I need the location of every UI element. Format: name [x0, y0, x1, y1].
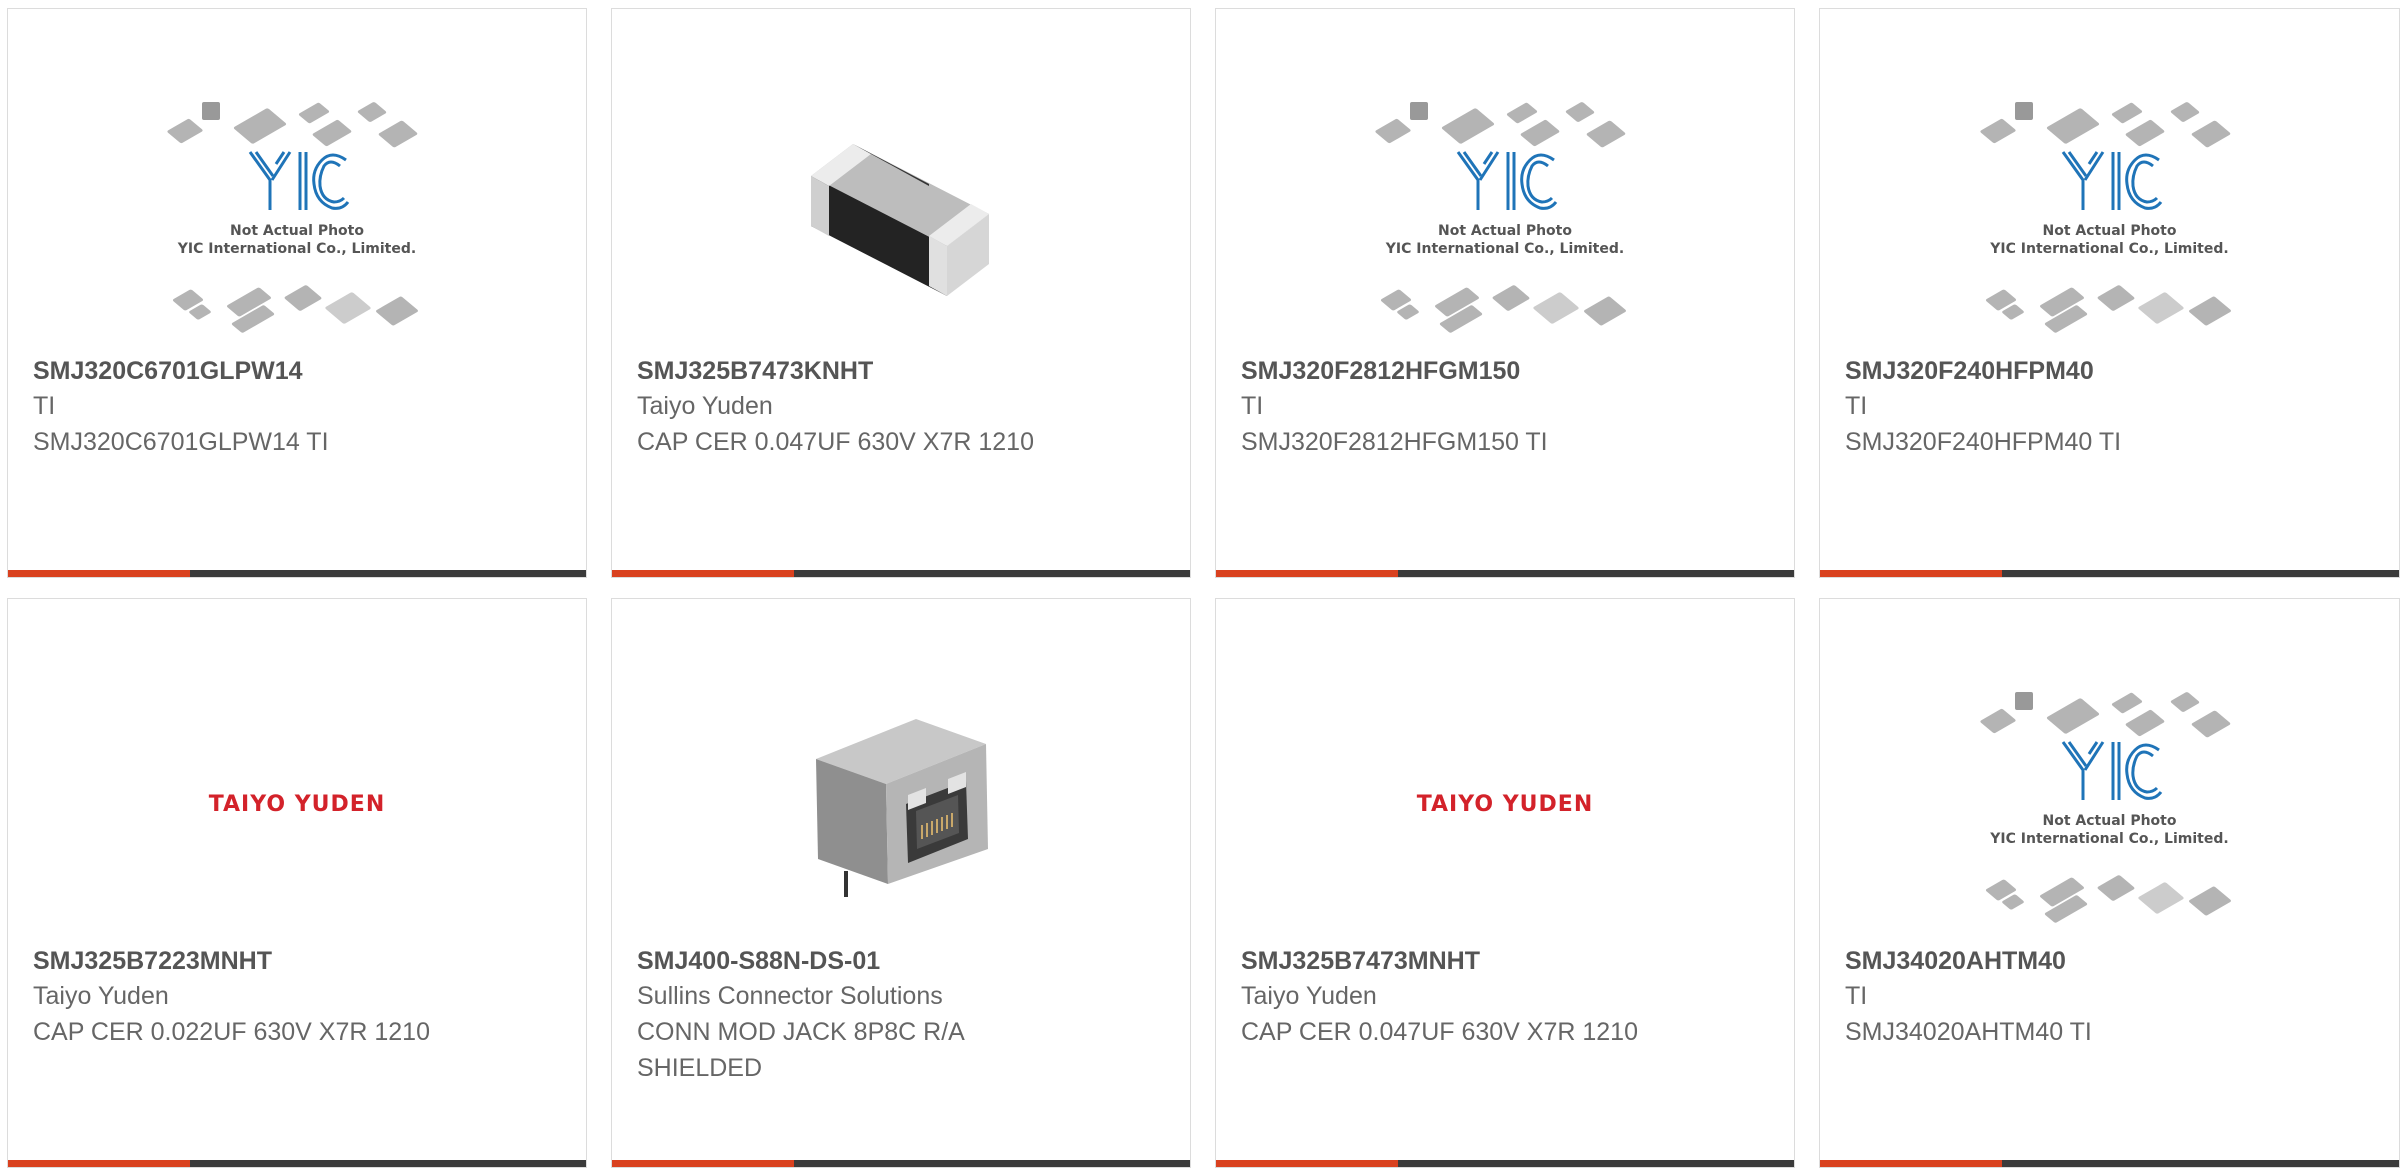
- product-image[interactable]: TAIYO YUDEN: [8, 669, 586, 939]
- manufacturer: Taiyo Yuden: [637, 392, 773, 420]
- product-info: SMJ320F240HFPM40 TI SMJ320F240HFPM40 TI: [1845, 354, 2379, 460]
- product-grid: Not Actual Photo YIC International Co., …: [0, 0, 2400, 1168]
- manufacturer: TI: [1845, 392, 1868, 420]
- manufacturer: TI: [33, 392, 56, 420]
- product-info: SMJ320C6701GLPW14 TI SMJ320C6701GLPW14 T…: [33, 354, 566, 460]
- image-caption: Not Actual Photo YIC International Co., …: [177, 223, 417, 257]
- image-caption: Not Actual Photo YIC International Co., …: [1990, 223, 2229, 257]
- product-info: SMJ325B7473MNHT Taiyo Yuden CAP CER 0.04…: [1241, 944, 1774, 1050]
- manufacturer: TI: [1845, 982, 1868, 1010]
- part-number[interactable]: SMJ34020AHTM40: [1845, 944, 2379, 978]
- part-number[interactable]: SMJ325B7473KNHT: [637, 354, 1170, 388]
- card-bottom-bar: [1820, 1160, 2399, 1167]
- description: SMJ34020AHTM40 TI: [1845, 1018, 2092, 1046]
- product-image[interactable]: Not Actual Photo YIC International Co., …: [1820, 669, 2399, 939]
- part-number[interactable]: SMJ320F240HFPM40: [1845, 354, 2379, 388]
- product-card[interactable]: Not Actual Photo YIC International Co., …: [1819, 598, 2400, 1168]
- card-bottom-bar: [612, 1160, 1190, 1167]
- part-number[interactable]: SMJ320F2812HFGM150: [1241, 354, 1774, 388]
- product-card[interactable]: Not Actual Photo YIC International Co., …: [1215, 8, 1795, 578]
- manufacturer: Taiyo Yuden: [33, 982, 169, 1010]
- card-bottom-bar: [1216, 570, 1794, 577]
- product-info: SMJ325B7473KNHT Taiyo Yuden CAP CER 0.04…: [637, 354, 1170, 460]
- card-bottom-bar: [1820, 570, 2399, 577]
- product-card[interactable]: TAIYO YUDEN SMJ325B7223MNHT Taiyo Yuden …: [7, 598, 587, 1168]
- card-bottom-bar: [612, 570, 1190, 577]
- product-image[interactable]: TAIYO YUDEN: [1216, 669, 1794, 939]
- product-image[interactable]: [612, 79, 1190, 349]
- product-card[interactable]: SMJ325B7473KNHT Taiyo Yuden CAP CER 0.04…: [611, 8, 1191, 578]
- part-number[interactable]: SMJ400-S88N-DS-01: [637, 944, 1170, 978]
- description: SMJ320F240HFPM40 TI: [1845, 428, 2122, 456]
- product-card[interactable]: TAIYO YUDEN SMJ325B7473MNHT Taiyo Yuden …: [1215, 598, 1795, 1168]
- manufacturer: TI: [1241, 392, 1264, 420]
- image-caption: Not Actual Photo YIC International Co., …: [1385, 223, 1625, 257]
- taiyo-yuden-logo: TAIYO YUDEN: [1416, 791, 1594, 817]
- description: CONN MOD JACK 8P8C R/A SHIELDED: [637, 1018, 964, 1082]
- product-image[interactable]: [612, 669, 1190, 939]
- rj45-jack-image: [816, 719, 988, 897]
- part-number[interactable]: SMJ325B7223MNHT: [33, 944, 566, 978]
- smd-capacitor-image: [811, 144, 989, 296]
- yic-logo-icon: [1456, 151, 1558, 210]
- yic-logo-icon: [248, 151, 350, 210]
- manufacturer: Sullins Connector Solutions: [637, 982, 943, 1010]
- description: CAP CER 0.047UF 630V X7R 1210: [637, 428, 1034, 456]
- card-bottom-bar: [1216, 1160, 1794, 1167]
- product-image[interactable]: Not Actual Photo YIC International Co., …: [1820, 79, 2399, 349]
- product-card[interactable]: Not Actual Photo YIC International Co., …: [7, 8, 587, 578]
- yic-placeholder-image: Not Actual Photo YIC International Co., …: [1370, 94, 1640, 334]
- product-info: SMJ400-S88N-DS-01 Sullins Connector Solu…: [637, 944, 1170, 1086]
- product-card[interactable]: SMJ400-S88N-DS-01 Sullins Connector Solu…: [611, 598, 1191, 1168]
- yic-placeholder-image: Not Actual Photo YIC International Co., …: [1975, 684, 2245, 924]
- product-image[interactable]: Not Actual Photo YIC International Co., …: [8, 79, 586, 349]
- part-number[interactable]: SMJ320C6701GLPW14: [33, 354, 566, 388]
- product-card[interactable]: Not Actual Photo YIC International Co., …: [1819, 8, 2400, 578]
- yic-placeholder-image: Not Actual Photo YIC International Co., …: [1975, 94, 2245, 334]
- description: CAP CER 0.047UF 630V X7R 1210: [1241, 1018, 1638, 1046]
- part-number[interactable]: SMJ325B7473MNHT: [1241, 944, 1774, 978]
- yic-placeholder-image: Not Actual Photo YIC International Co., …: [162, 94, 432, 334]
- yic-logo-icon: [2061, 151, 2162, 210]
- description: CAP CER 0.022UF 630V X7R 1210: [33, 1018, 430, 1046]
- image-caption: Not Actual Photo YIC International Co., …: [1990, 813, 2229, 847]
- product-info: SMJ325B7223MNHT Taiyo Yuden CAP CER 0.02…: [33, 944, 566, 1050]
- card-bottom-bar: [8, 570, 586, 577]
- taiyo-yuden-logo: TAIYO YUDEN: [208, 791, 386, 817]
- product-info: SMJ34020AHTM40 TI SMJ34020AHTM40 TI: [1845, 944, 2379, 1050]
- description: SMJ320F2812HFGM150 TI: [1241, 428, 1548, 456]
- product-image[interactable]: Not Actual Photo YIC International Co., …: [1216, 79, 1794, 349]
- description: SMJ320C6701GLPW14 TI: [33, 428, 329, 456]
- yic-logo-icon: [2061, 741, 2162, 800]
- manufacturer: Taiyo Yuden: [1241, 982, 1377, 1010]
- product-info: SMJ320F2812HFGM150 TI SMJ320F2812HFGM150…: [1241, 354, 1774, 460]
- card-bottom-bar: [8, 1160, 586, 1167]
